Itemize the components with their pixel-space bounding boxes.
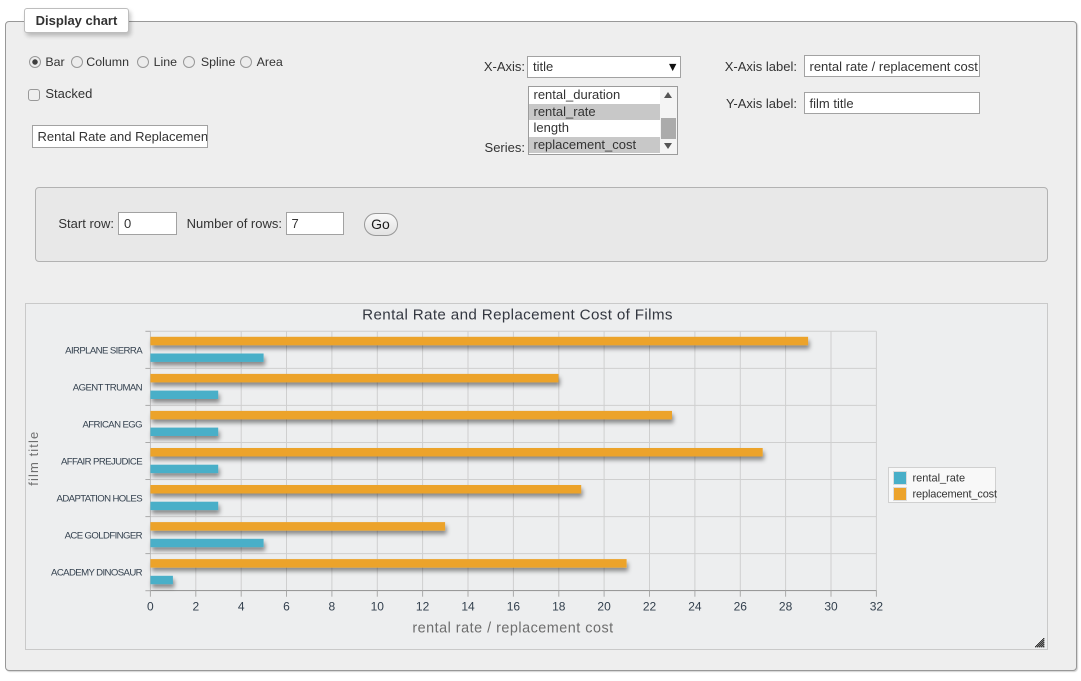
svg-text:20: 20 bbox=[597, 600, 611, 614]
svg-text:ACE GOLDFINGER: ACE GOLDFINGER bbox=[65, 531, 143, 542]
svg-text:12: 12 bbox=[416, 600, 430, 614]
svg-text:rental_rate: rental_rate bbox=[913, 473, 966, 485]
svg-text:ACADEMY DINOSAUR: ACADEMY DINOSAUR bbox=[51, 568, 143, 579]
svg-text:14: 14 bbox=[461, 600, 475, 614]
svg-text:AFFAIR PREJUDICE: AFFAIR PREJUDICE bbox=[61, 457, 142, 468]
svg-text:AGENT TRUMAN: AGENT TRUMAN bbox=[73, 383, 143, 394]
svg-text:22: 22 bbox=[643, 600, 657, 614]
svg-text:rental rate / replacement cost: rental rate / replacement cost bbox=[412, 621, 613, 637]
svg-text:ADAPTATION HOLES: ADAPTATION HOLES bbox=[57, 494, 143, 505]
svg-text:replacement_cost: replacement_cost bbox=[913, 489, 998, 501]
svg-text:2: 2 bbox=[192, 600, 199, 614]
svg-text:28: 28 bbox=[779, 600, 793, 614]
svg-text:Rental Rate and Replacement Co: Rental Rate and Replacement Cost of Film… bbox=[362, 307, 673, 324]
svg-text:AIRPLANE SIERRA: AIRPLANE SIERRA bbox=[65, 345, 143, 356]
svg-text:32: 32 bbox=[870, 600, 884, 614]
svg-text:AFRICAN EGG: AFRICAN EGG bbox=[83, 420, 143, 431]
svg-text:6: 6 bbox=[283, 600, 290, 614]
svg-text:4: 4 bbox=[238, 600, 245, 614]
svg-text:film title: film title bbox=[26, 431, 41, 486]
svg-text:24: 24 bbox=[688, 600, 702, 614]
svg-text:8: 8 bbox=[329, 600, 336, 614]
svg-text:10: 10 bbox=[371, 600, 385, 614]
svg-text:16: 16 bbox=[507, 600, 521, 614]
svg-text:26: 26 bbox=[734, 600, 748, 614]
svg-text:18: 18 bbox=[552, 600, 566, 614]
svg-text:30: 30 bbox=[824, 600, 838, 614]
svg-text:0: 0 bbox=[147, 600, 154, 614]
